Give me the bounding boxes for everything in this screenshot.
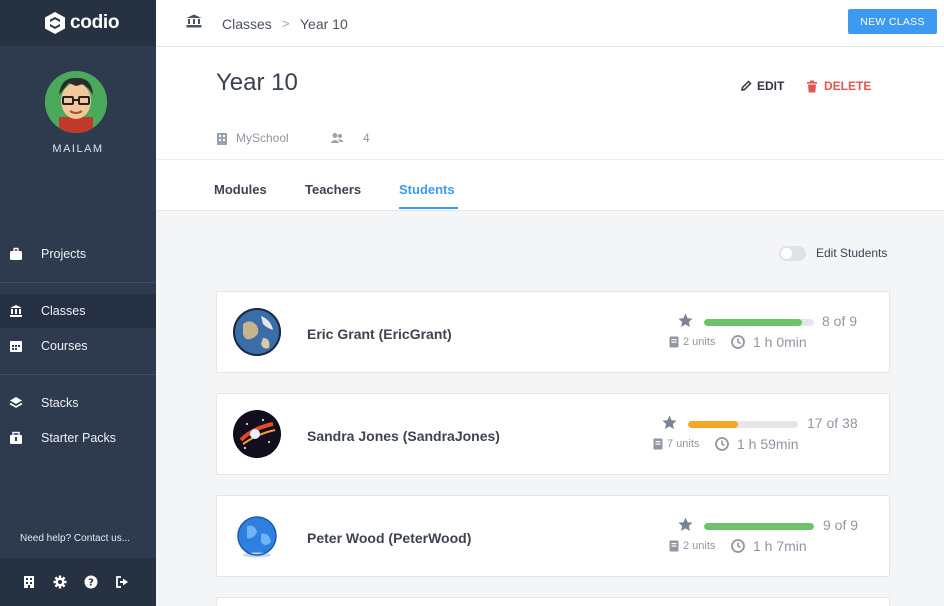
school-meta: MySchool: [216, 131, 289, 145]
avatar-image: [45, 71, 107, 133]
user-avatar[interactable]: [45, 71, 107, 133]
sidebar-item-classes[interactable]: Classes: [0, 294, 156, 328]
users-icon: [330, 133, 344, 143]
svg-text:?: ?: [88, 578, 94, 589]
progress-bar: [704, 523, 814, 530]
time-info: 1 h 59min: [715, 436, 798, 452]
package-icon: [10, 431, 22, 444]
teachers-meta: 4: [330, 131, 370, 145]
student-card[interactable]: Eric Grant (EricGrant) 8 of 9 2 units 1 …: [216, 291, 890, 373]
breadcrumb-separator: >: [282, 16, 290, 31]
sidebar-footer: ?: [0, 558, 156, 606]
star-icon: [662, 415, 677, 429]
book-icon: [669, 540, 679, 552]
help-link[interactable]: Need help? Contact us...: [20, 533, 130, 544]
sidebar-item-label: Starter Packs: [41, 431, 117, 445]
student-avatar: [233, 512, 281, 560]
tab-students[interactable]: Students: [399, 182, 455, 197]
codio-logo-icon: [45, 12, 65, 34]
star-icon: [678, 313, 693, 327]
units-count: 2 units: [683, 540, 716, 552]
question-icon[interactable]: ?: [84, 575, 98, 589]
calendar-grid-icon: [10, 341, 22, 352]
time-spent: 1 h 59min: [737, 436, 799, 452]
sidebar-item-label: Stacks: [41, 396, 79, 410]
units-info: 2 units: [669, 540, 715, 552]
sidebar-divider: [0, 282, 156, 283]
time-info: 1 h 7min: [731, 538, 807, 554]
edit-label: EDIT: [757, 79, 785, 93]
sidebar-item-stacks[interactable]: Stacks: [0, 386, 156, 420]
units-info: 7 units: [653, 438, 699, 450]
tab-teachers[interactable]: Teachers: [305, 182, 361, 197]
time-spent: 1 h 0min: [753, 334, 807, 350]
units-info: 2 units: [669, 336, 715, 348]
edit-students-label: Edit Students: [816, 246, 888, 260]
header-divider: [156, 159, 944, 160]
progress-count: 8 of 9: [822, 313, 858, 329]
sidebar-divider: [0, 374, 156, 375]
trash-icon: [807, 80, 817, 92]
institution-icon: [186, 14, 202, 28]
toggle-knob: [781, 248, 792, 259]
active-tab-indicator: [399, 207, 458, 209]
progress-bar: [704, 319, 814, 326]
school-name: MySchool: [236, 131, 289, 145]
sidebar-item-label: Classes: [41, 304, 86, 318]
student-name: Eric Grant (EricGrant): [307, 326, 452, 342]
pencil-icon: [741, 80, 752, 91]
book-icon: [669, 336, 679, 348]
gear-icon[interactable]: [53, 575, 67, 589]
building-icon: [217, 132, 227, 145]
breadcrumb-classes[interactable]: Classes: [222, 16, 272, 32]
student-name: Peter Wood (PeterWood): [307, 530, 472, 546]
progress-fill: [688, 421, 738, 428]
book-icon: [653, 438, 663, 450]
student-card[interactable]: Peter Wood (PeterWood) 9 of 9 2 units 1 …: [216, 495, 890, 577]
progress-count: 17 of 38: [807, 415, 858, 431]
delete-label: DELETE: [824, 79, 872, 93]
layers-icon: [9, 397, 23, 408]
star-icon: [678, 517, 693, 531]
time-info: 1 h 0min: [731, 334, 807, 350]
sign-out-icon[interactable]: [115, 575, 129, 589]
sidebar-item-starter-packs[interactable]: Starter Packs: [0, 421, 156, 455]
breadcrumb-current: Year 10: [300, 16, 348, 32]
logo-text: codio: [70, 12, 120, 33]
units-count: 7 units: [667, 438, 700, 450]
sidebar: codio MAILAM Projects Classes Courses St…: [0, 0, 156, 606]
top-bar: Classes > Year 10 NEW CLASS: [156, 0, 944, 47]
logo[interactable]: codio: [0, 0, 156, 46]
sidebar-item-projects[interactable]: Projects: [0, 237, 156, 271]
page-title: Year 10: [216, 69, 298, 96]
class-header: Year 10 EDIT DELETE MySchool 4 Modules T…: [156, 47, 944, 211]
sidebar-item-label: Courses: [41, 339, 88, 353]
clock-icon: [715, 437, 729, 451]
student-avatar: [233, 410, 281, 458]
clock-icon: [731, 335, 745, 349]
progress-bar: [688, 421, 798, 428]
teacher-count: 4: [363, 131, 370, 145]
student-name: Sandra Jones (SandraJones): [307, 428, 500, 444]
clock-icon: [731, 539, 745, 553]
tab-modules[interactable]: Modules: [214, 182, 267, 197]
progress-fill: [704, 319, 802, 326]
units-count: 2 units: [683, 336, 716, 348]
sidebar-item-label: Projects: [41, 247, 87, 261]
progress-fill: [704, 523, 814, 530]
edit-students-toggle[interactable]: [779, 246, 806, 261]
time-spent: 1 h 7min: [753, 538, 807, 554]
student-card[interactable]: [216, 597, 890, 606]
student-card[interactable]: Sandra Jones (SandraJones) 17 of 38 7 un…: [216, 393, 890, 475]
briefcase-icon: [10, 247, 22, 260]
building-icon[interactable]: [22, 575, 36, 589]
edit-button[interactable]: EDIT: [740, 79, 784, 93]
username: MAILAM: [52, 143, 104, 155]
sidebar-item-courses[interactable]: Courses: [0, 329, 156, 363]
progress-count: 9 of 9: [823, 517, 859, 533]
new-class-button[interactable]: NEW CLASS: [848, 9, 937, 34]
institution-icon: [10, 305, 22, 317]
student-avatar: [233, 308, 281, 356]
delete-button[interactable]: DELETE: [806, 79, 871, 93]
